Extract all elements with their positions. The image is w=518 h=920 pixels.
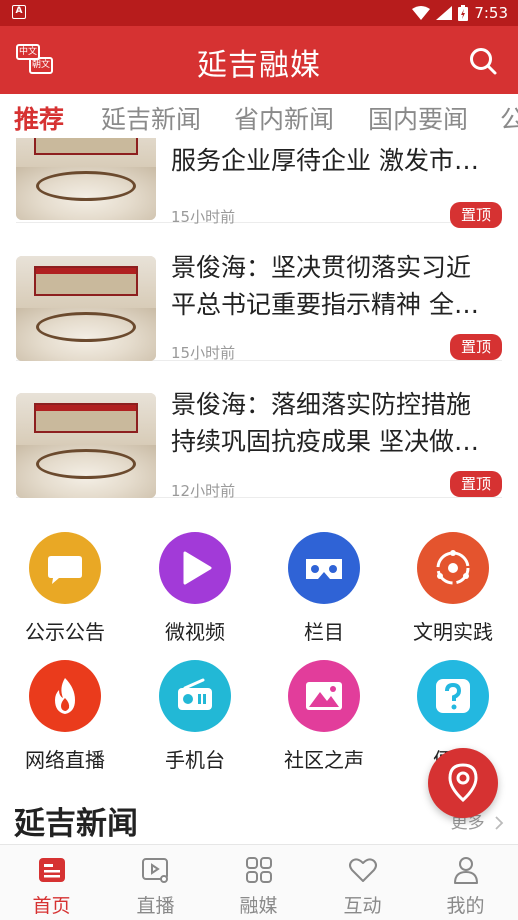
grid-label: 栏目: [304, 620, 344, 644]
app-header: 朝文 中文 延吉融媒: [0, 26, 518, 94]
tab-partial[interactable]: 公: [500, 100, 518, 136]
tab-yanji-news[interactable]: 延吉新闻: [101, 100, 201, 136]
news-title: 服务企业厚待企业 激发市…: [171, 146, 479, 175]
nav-mine[interactable]: 我的: [414, 845, 517, 920]
grid-label: 文明实践: [413, 620, 493, 644]
live-music-icon: [142, 858, 168, 883]
tab-recommend[interactable]: 推荐: [14, 100, 64, 136]
grid-item-columns[interactable]: 栏目: [259, 520, 389, 644]
channel-tab-bar: 推荐 延吉新闻 省内新闻 国内要闻 公: [0, 94, 518, 138]
nav-home[interactable]: 首页: [0, 845, 103, 920]
news-item[interactable]: 景俊海：坚决贯彻落实习近 平总书记重要指示精神 全… 15小时前 置顶: [16, 223, 502, 362]
grid-item-community-voice[interactable]: 社区之声: [259, 648, 389, 772]
grid-icon-circle: [288, 532, 360, 604]
news-thumbnail: [16, 256, 156, 361]
grid-item-live-stream[interactable]: 网络直播: [0, 648, 130, 772]
wifi-icon: [412, 6, 431, 20]
tab-province-news[interactable]: 省内新闻: [234, 100, 334, 136]
news-item[interactable]: 景俊海：落细落实防控措施 持续巩固抗疫成果 坚决做… 12小时前 置顶: [16, 360, 502, 500]
nav-label: 我的: [446, 895, 485, 917]
grid-label: 微视频: [165, 620, 225, 644]
grid-item-mobile-tv[interactable]: 手机台: [130, 648, 260, 772]
search-icon: [470, 48, 497, 75]
news-title: 景俊海：落细落实防控措施 持续巩固抗疫成果 坚决做…: [171, 390, 479, 456]
section-title: 延吉新闻: [14, 806, 138, 842]
news-thumbnail: [16, 138, 156, 220]
news-list: 服务企业厚待企业 激发市… 15小时前 置顶 景俊海：坚决贯彻落实习近 平总书记…: [0, 138, 518, 514]
grid-item-civilization-practice[interactable]: 文明实践: [388, 520, 518, 644]
home-news-icon: [39, 858, 65, 882]
grid-icon-circle: [29, 660, 101, 732]
nav-label: 互动: [343, 895, 382, 917]
nav-label: 首页: [32, 895, 71, 917]
grid-icon-circle: [29, 532, 101, 604]
person-icon: [454, 857, 478, 884]
grid-item-micro-video[interactable]: 微视频: [130, 520, 260, 644]
grid-squares-icon: [246, 857, 272, 883]
news-title: 景俊海：坚决贯彻落实习近 平总书记重要指示精神 全…: [171, 253, 479, 319]
search-button[interactable]: [468, 46, 498, 76]
heart-icon: [349, 858, 377, 882]
feature-grid: 公示公告 微视频 栏目 文明实践 网络直播 手机台 社区之声: [0, 520, 518, 776]
chat-bubble-icon: [48, 556, 82, 584]
signal-icon: [436, 6, 453, 20]
grid-icon-circle: [159, 660, 231, 732]
tab-national-news[interactable]: 国内要闻: [368, 100, 468, 136]
status-icons: 7:53: [412, 3, 508, 23]
pinned-badge: 置顶: [450, 471, 502, 497]
location-pin-icon: [448, 763, 478, 803]
grid-icon-circle: [417, 532, 489, 604]
news-time: 12小时前: [171, 482, 236, 500]
chevron-right-icon: [495, 816, 504, 830]
radio-icon: [178, 678, 212, 710]
question-icon: [436, 679, 470, 713]
nav-live[interactable]: 直播: [104, 845, 207, 920]
mountain-image-icon: [306, 682, 342, 710]
grid-icon-circle: [159, 532, 231, 604]
battery-icon: [458, 5, 469, 21]
nav-interact[interactable]: 互动: [311, 845, 414, 920]
app-title: 延吉融媒: [197, 48, 321, 83]
location-float-button[interactable]: [428, 748, 498, 818]
notification-app-icon: A: [12, 5, 26, 19]
pinned-badge: 置顶: [450, 334, 502, 360]
nav-media[interactable]: 融媒: [207, 845, 310, 920]
grid-item-announcements[interactable]: 公示公告: [0, 520, 130, 644]
news-item[interactable]: 服务企业厚待企业 激发市… 15小时前 置顶: [16, 138, 502, 228]
nav-label: 直播: [136, 895, 175, 917]
news-thumbnail: [16, 393, 156, 498]
status-bar: A 7:53: [0, 0, 518, 26]
vr-glasses-icon: [306, 559, 342, 579]
nav-label: 融媒: [239, 895, 278, 917]
grid-label: 公示公告: [25, 620, 105, 644]
grid-label: 手机台: [165, 748, 225, 772]
play-icon: [183, 551, 212, 585]
grid-icon-circle: [288, 660, 360, 732]
grid-label: 网络直播: [25, 748, 105, 772]
clock-time: 7:53: [474, 4, 508, 22]
grid-label: 社区之声: [284, 748, 364, 772]
network-icon: [436, 550, 470, 585]
flame-icon: [55, 678, 75, 714]
bottom-nav: 首页 直播 融媒 互动 我的: [0, 844, 518, 920]
grid-icon-circle: [417, 660, 489, 732]
